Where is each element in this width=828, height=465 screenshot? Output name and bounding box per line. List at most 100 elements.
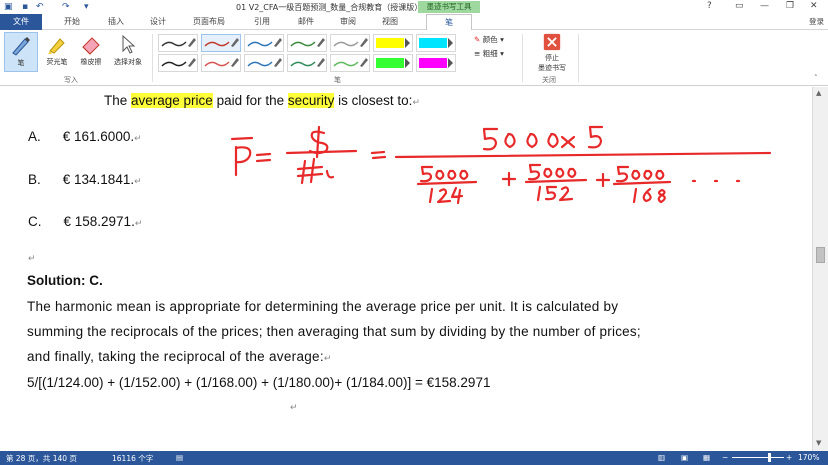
group-divider	[522, 34, 523, 82]
tab-pen[interactable]: 笔	[426, 14, 472, 30]
document-page[interactable]: The average price paid for the security …	[0, 87, 812, 451]
zoom-out-icon[interactable]: −	[722, 453, 728, 462]
solution-line-2: summing the reciprocals of the prices; t…	[27, 324, 641, 339]
print-layout-icon[interactable]: ▣	[681, 453, 688, 462]
customize-quick-access-icon[interactable]: ▾	[84, 2, 89, 12]
pen-button[interactable]: 笔	[4, 32, 38, 72]
zoom-slider-thumb[interactable]	[768, 453, 771, 462]
pen-swatch[interactable]	[244, 34, 284, 52]
tab-view[interactable]: 视图	[374, 14, 406, 30]
pen-swatch[interactable]	[373, 34, 413, 52]
pen-stroke-icon	[376, 58, 410, 68]
title-bar: ▣ ▪ ↶ ↷ ▾ 01 V2_CFA一级百题预测_数量_合规教育（授课版） -…	[0, 0, 828, 14]
ribbon: 笔 荧光笔 橡皮擦 选择对象 写入 ✎ 颜色 ▾ ≡ 粗细 ▾ 笔 停止 墨迹书…	[0, 30, 828, 86]
vertical-scrollbar[interactable]: ▲ ▼	[812, 87, 828, 451]
ink-stroke-5000-124	[419, 165, 469, 183]
close-group-label: 关闭	[542, 76, 556, 84]
highlighter-icon	[48, 38, 65, 54]
highlighter-button-label: 荧光笔	[46, 58, 68, 66]
question-suffix: is closest to:	[334, 93, 413, 108]
thickness-icon: ≡	[474, 49, 481, 58]
pen-swatch[interactable]	[330, 34, 370, 52]
help-button[interactable]: ?	[707, 1, 712, 11]
empty-paragraph-mark-icon: ↵	[290, 402, 298, 412]
eraser-button[interactable]: 橡皮擦	[74, 32, 108, 72]
read-mode-icon[interactable]: ▥	[658, 453, 665, 462]
ink-stroke-sub-bar-1	[416, 180, 478, 186]
color-icon: ✎	[474, 35, 481, 44]
scroll-down-icon[interactable]: ▼	[816, 439, 821, 447]
ink-tools-contextual-label: 墨迹书写工具	[418, 1, 480, 13]
paragraph-mark-icon: ↵	[134, 218, 143, 228]
question-prefix: The	[104, 93, 132, 108]
ink-stroke-equals	[255, 152, 272, 163]
proofing-icon[interactable]: ▤	[176, 453, 183, 462]
restore-icon[interactable]: ❐	[786, 1, 794, 11]
stop-inking-button[interactable]: 停止 墨迹书写	[530, 32, 574, 72]
pen-swatch[interactable]	[287, 54, 327, 72]
tab-file[interactable]: 文件	[0, 14, 42, 30]
ink-stroke-fraction-bar-1	[285, 149, 358, 155]
tab-review[interactable]: 审阅	[332, 14, 364, 30]
ink-stroke-5-numerator	[587, 125, 604, 149]
ink-stroke-fraction-bar-2	[394, 151, 772, 159]
ink-stroke-p-bar	[230, 136, 254, 141]
pen-swatch[interactable]	[330, 54, 370, 72]
pen-icon	[12, 37, 30, 56]
redo-icon[interactable]: ↷	[62, 2, 70, 12]
close-icon[interactable]: ✕	[810, 1, 818, 11]
formula-line: 5/[(1/124.00) + (1/152.00) + (1/168.00) …	[27, 375, 491, 390]
tab-home[interactable]: 开始	[56, 14, 88, 30]
pen-stroke-icon	[204, 38, 239, 47]
option-a: A. € 161.6000.↵	[28, 129, 142, 144]
tab-page-layout[interactable]: 页面布局	[186, 14, 232, 30]
tab-design[interactable]: 设计	[142, 14, 174, 30]
select-objects-button-label: 选择对象	[114, 58, 142, 66]
pen-thickness-label: 粗细	[482, 49, 498, 58]
zoom-level[interactable]: 170%	[798, 453, 819, 462]
option-value: € 158.2971.	[63, 214, 135, 229]
ink-stroke-sub-bar-3	[612, 180, 672, 186]
sign-in-link[interactable]: 登录	[809, 16, 824, 27]
tab-insert[interactable]: 插入	[100, 14, 132, 30]
minimize-icon[interactable]: —	[760, 1, 769, 11]
pen-thickness-dropdown[interactable]: ≡ 粗细 ▾	[474, 48, 504, 59]
pen-swatch[interactable]	[158, 54, 198, 72]
ink-stroke-124	[428, 186, 464, 205]
save-icon[interactable]: ▪	[22, 2, 28, 12]
pen-swatch[interactable]	[158, 34, 198, 52]
pen-color-dropdown[interactable]: ✎ 颜色 ▾	[474, 34, 504, 45]
undo-icon[interactable]: ↶	[36, 2, 44, 12]
web-layout-icon[interactable]: ▦	[703, 453, 710, 462]
zoom-in-icon[interactable]: +	[786, 453, 792, 462]
pen-swatch[interactable]	[416, 34, 456, 52]
pen-swatch[interactable]	[416, 54, 456, 72]
collapse-ribbon-icon[interactable]: ˄	[814, 74, 818, 82]
pen-button-label: 笔	[17, 59, 25, 67]
zoom-slider[interactable]	[732, 457, 784, 458]
scroll-thumb[interactable]	[816, 247, 825, 263]
pen-swatch[interactable]	[244, 54, 284, 72]
paragraph-mark-icon: ↵	[134, 176, 142, 186]
pen-swatch[interactable]	[373, 54, 413, 72]
page-count[interactable]: 第 28 页，共 140 页	[6, 453, 77, 464]
ink-stroke-152	[536, 185, 574, 202]
status-bar: 第 28 页，共 140 页 16116 个字 ▤ ▥ ▣ ▦ − + 170%	[0, 451, 828, 465]
option-letter: C.	[28, 214, 42, 229]
scroll-up-icon[interactable]: ▲	[816, 89, 821, 97]
word-count[interactable]: 16116 个字	[112, 453, 153, 464]
ribbon-options-icon[interactable]: ▭	[735, 1, 744, 11]
pen-stroke-icon	[247, 58, 282, 67]
pen-swatch[interactable]	[201, 34, 241, 52]
ink-stroke-168	[632, 187, 666, 204]
select-objects-button[interactable]: 选择对象	[108, 32, 148, 72]
pen-swatch[interactable]	[287, 34, 327, 52]
highlighter-button[interactable]: 荧光笔	[40, 32, 74, 72]
pen-color-label: 颜色	[482, 35, 498, 44]
pen-stroke-icon	[247, 38, 282, 47]
tab-mailings[interactable]: 邮件	[290, 14, 322, 30]
word-logo-icon: ▣	[4, 2, 13, 12]
tab-references[interactable]: 引用	[246, 14, 278, 30]
pen-swatch[interactable]	[201, 54, 241, 72]
highlighted-average-price: average price	[131, 93, 213, 108]
